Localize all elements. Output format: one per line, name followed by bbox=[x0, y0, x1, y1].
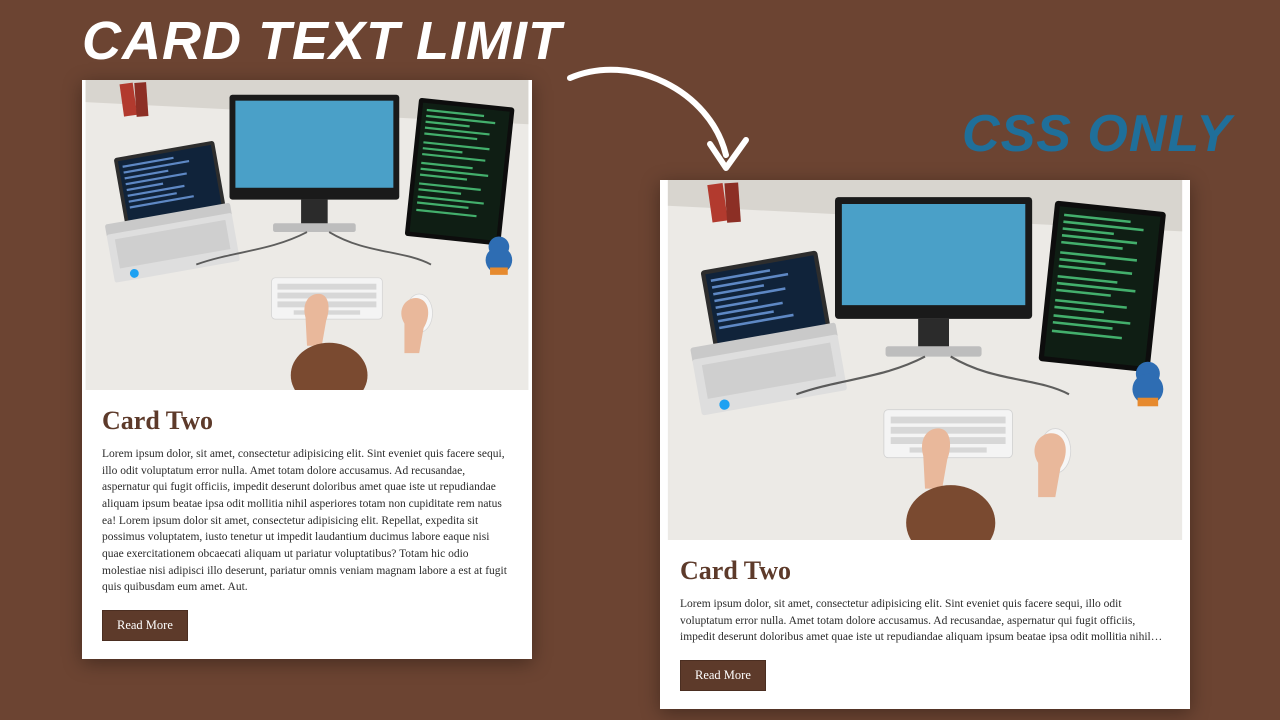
read-more-button[interactable]: Read More bbox=[680, 660, 766, 691]
card-image bbox=[82, 80, 532, 390]
card-image bbox=[660, 180, 1190, 540]
card-title: Card Two bbox=[102, 406, 512, 436]
read-more-button[interactable]: Read More bbox=[102, 610, 188, 641]
headline-css-only: CSS ONLY bbox=[962, 108, 1232, 160]
card-body: Card Two Lorem ipsum dolor, sit amet, co… bbox=[82, 390, 532, 659]
desk-photo-icon bbox=[660, 180, 1190, 540]
arrow-icon bbox=[560, 60, 760, 190]
card-body: Card Two Lorem ipsum dolor, sit amet, co… bbox=[660, 540, 1190, 709]
headline-main: CARD TEXT LIMIT bbox=[82, 14, 562, 68]
desk-photo-icon bbox=[82, 80, 532, 390]
card-after: Card Two Lorem ipsum dolor, sit amet, co… bbox=[660, 180, 1190, 709]
card-text-full: Lorem ipsum dolor, sit amet, consectetur… bbox=[102, 446, 512, 596]
card-text-clamped: Lorem ipsum dolor, sit amet, consectetur… bbox=[680, 596, 1170, 646]
card-title: Card Two bbox=[680, 556, 1170, 586]
card-before: Card Two Lorem ipsum dolor, sit amet, co… bbox=[82, 80, 532, 659]
